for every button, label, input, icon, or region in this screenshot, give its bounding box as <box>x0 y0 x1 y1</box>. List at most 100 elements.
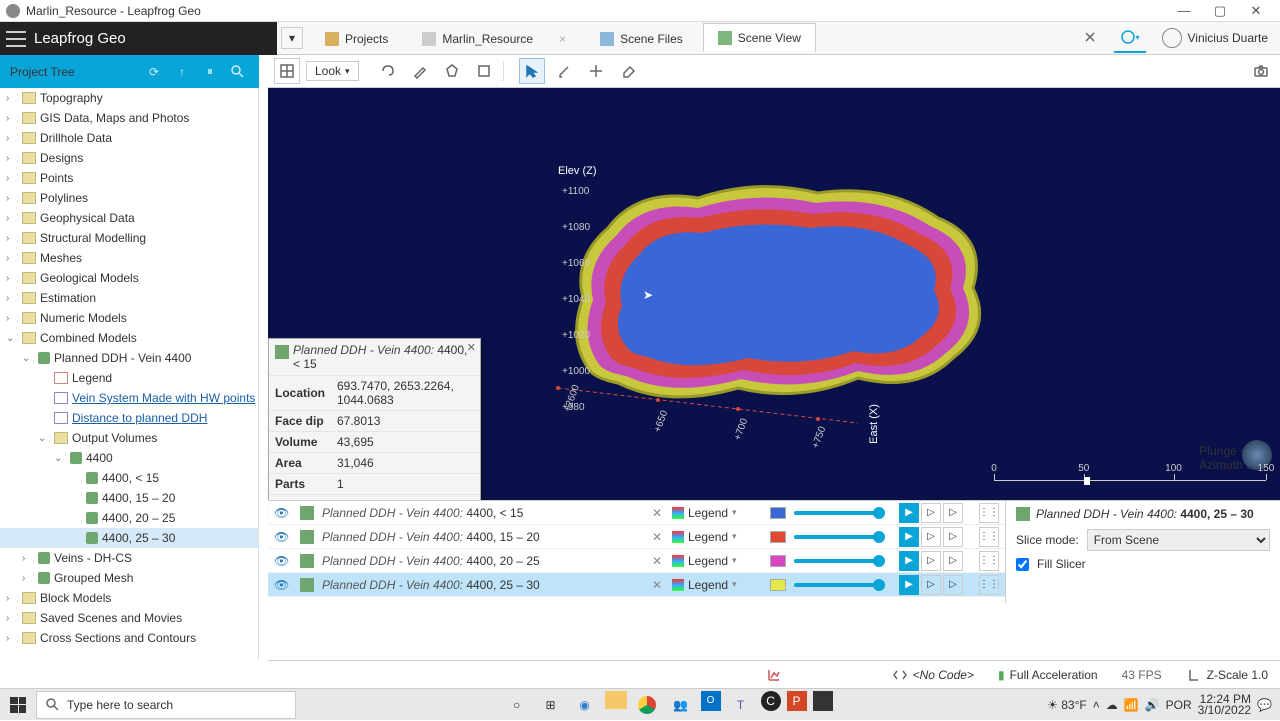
chevron-icon[interactable]: › <box>6 173 18 184</box>
tree-node[interactable]: Legend <box>0 368 258 388</box>
tab-projects[interactable]: Projects <box>311 23 402 53</box>
tree-node[interactable]: Distance to planned DDH <box>0 408 258 428</box>
layer-row[interactable]: 👁Planned DDH - Vein 4400: 4400, < 15✕Leg… <box>268 501 1005 525</box>
opacity-slider[interactable] <box>794 583 885 587</box>
tree-node[interactable]: 4400, 20 – 25 <box>0 508 258 528</box>
legend-dropdown[interactable]: Legend▾ <box>672 530 762 544</box>
tree-node[interactable]: 4400, 25 – 30 <box>0 528 258 548</box>
chevron-icon[interactable]: › <box>6 113 18 124</box>
task-app3[interactable] <box>813 691 833 711</box>
chevron-icon[interactable]: › <box>6 93 18 104</box>
tree-node[interactable]: ›Saved Scenes and Movies <box>0 608 258 628</box>
color-swatch[interactable] <box>770 531 786 543</box>
task-outlook[interactable]: O <box>701 691 721 711</box>
start-button[interactable] <box>0 689 36 721</box>
tray-up[interactable]: ˄ <box>1093 698 1100 712</box>
tab-scene-files[interactable]: Scene Files <box>586 23 697 53</box>
task-taskview[interactable]: ⊞ <box>537 691 565 719</box>
visibility-toggle[interactable]: 👁 <box>274 578 292 592</box>
remove-layer[interactable]: ✕ <box>650 578 664 592</box>
tree-node[interactable]: ›Points <box>0 168 258 188</box>
tree-node[interactable]: 4400, < 15 <box>0 468 258 488</box>
edit-tool[interactable] <box>551 58 577 84</box>
layer-row[interactable]: 👁Planned DDH - Vein 4400: 4400, 15 – 20✕… <box>268 525 1005 549</box>
step-button[interactable]: ▷ <box>921 551 941 571</box>
chevron-icon[interactable]: ⌄ <box>22 353 34 364</box>
chevron-icon[interactable]: › <box>6 193 18 204</box>
color-swatch[interactable] <box>770 507 786 519</box>
tab-dropdown[interactable]: ▾ <box>281 27 303 49</box>
tree-node[interactable]: Vein System Made with HW points <box>0 388 258 408</box>
tree-node[interactable]: ›Structural Modelling <box>0 228 258 248</box>
chevron-icon[interactable]: › <box>6 593 18 604</box>
tree-node[interactable]: ›Estimation <box>0 288 258 308</box>
zscale-indicator[interactable]: Z-Scale 1.0 <box>1186 667 1268 683</box>
chevron-icon[interactable]: › <box>6 213 18 224</box>
chevron-icon[interactable]: ⌄ <box>6 333 18 344</box>
task-cortana[interactable]: ○ <box>503 691 531 719</box>
chevron-icon[interactable]: › <box>6 613 18 624</box>
search-tree-button[interactable] <box>227 61 249 83</box>
up-button[interactable]: ↑ <box>171 61 193 83</box>
pause-button[interactable]: ⏸ <box>199 61 221 83</box>
legend-dropdown[interactable]: Legend▾ <box>672 506 762 520</box>
code-indicator[interactable]: <No Code> <box>892 667 974 683</box>
play-button[interactable]: ▶ <box>899 503 919 523</box>
task-chrome[interactable] <box>633 691 661 719</box>
tree-node[interactable]: ›Grouped Mesh <box>0 568 258 588</box>
close-button[interactable]: ✕ <box>1238 3 1274 19</box>
chevron-icon[interactable]: ⌄ <box>38 433 50 444</box>
tray-sound[interactable]: 🔊 <box>1145 698 1160 712</box>
fwd-button[interactable]: ▷ <box>943 551 963 571</box>
maximize-button[interactable]: ▢ <box>1202 3 1238 19</box>
opacity-slider[interactable] <box>794 535 885 539</box>
tree-node[interactable]: ›Numeric Models <box>0 308 258 328</box>
view-settings-button[interactable] <box>274 58 300 84</box>
tree-node[interactable]: ›Meshes <box>0 248 258 268</box>
options-button[interactable]: ⋮⋮ <box>979 503 999 523</box>
menu-button[interactable] <box>6 31 26 47</box>
opacity-slider[interactable] <box>794 511 885 515</box>
screenshot-button[interactable] <box>1248 58 1274 84</box>
chevron-icon[interactable]: › <box>6 133 18 144</box>
tree-node[interactable]: 4400, 15 – 20 <box>0 488 258 508</box>
taskbar-search[interactable]: Type here to search <box>36 691 296 719</box>
tray-cloud[interactable]: ☁ <box>1106 698 1118 712</box>
move-tool[interactable] <box>583 58 609 84</box>
tray-wifi[interactable]: 📶 <box>1124 698 1139 712</box>
tree-node[interactable]: ›GIS Data, Maps and Photos <box>0 108 258 128</box>
select-tool[interactable] <box>519 58 545 84</box>
layer-row[interactable]: 👁Planned DDH - Vein 4400: 4400, 20 – 25✕… <box>268 549 1005 573</box>
legend-dropdown[interactable]: Legend▾ <box>672 578 762 592</box>
remove-layer[interactable]: ✕ <box>650 530 664 544</box>
tray-lang[interactable]: POR <box>1166 698 1192 712</box>
refresh-button[interactable]: ⟳ <box>143 61 165 83</box>
scale-bar[interactable]: 0 50 100 150 <box>994 474 1266 488</box>
task-edge[interactable]: ◉ <box>571 691 599 719</box>
weather-indicator[interactable]: ☀ 83°F <box>1047 698 1087 712</box>
tree-node[interactable]: ›Topography <box>0 88 258 108</box>
plane-tool[interactable] <box>471 58 497 84</box>
play-button[interactable]: ▶ <box>899 575 919 595</box>
tab-resource[interactable]: Marlin_Resource× <box>408 23 580 53</box>
project-tree[interactable]: ›Topography›GIS Data, Maps and Photos›Dr… <box>0 88 259 660</box>
chevron-icon[interactable]: › <box>22 553 34 564</box>
fill-slicer-checkbox[interactable] <box>1016 558 1029 571</box>
fwd-button[interactable]: ▷ <box>943 503 963 523</box>
tree-node[interactable]: ›Designs <box>0 148 258 168</box>
tree-node[interactable]: ›Polylines <box>0 188 258 208</box>
tree-node[interactable]: ›Veins - DH-CS <box>0 548 258 568</box>
color-swatch[interactable] <box>770 579 786 591</box>
options-button[interactable]: ⋮⋮ <box>979 575 999 595</box>
play-button[interactable]: ▶ <box>899 527 919 547</box>
task-explorer[interactable] <box>605 691 627 709</box>
options-button[interactable]: ⋮⋮ <box>979 551 999 571</box>
chevron-icon[interactable]: › <box>6 273 18 284</box>
tree-node[interactable]: ⌄Planned DDH - Vein 4400 <box>0 348 258 368</box>
fwd-button[interactable]: ▷ <box>943 527 963 547</box>
scale-slider-thumb[interactable] <box>1084 477 1090 485</box>
visibility-toggle[interactable]: 👁 <box>274 506 292 520</box>
erase-tool[interactable] <box>615 58 641 84</box>
task-teams[interactable]: 👥 <box>667 691 695 719</box>
chevron-icon[interactable]: › <box>6 153 18 164</box>
